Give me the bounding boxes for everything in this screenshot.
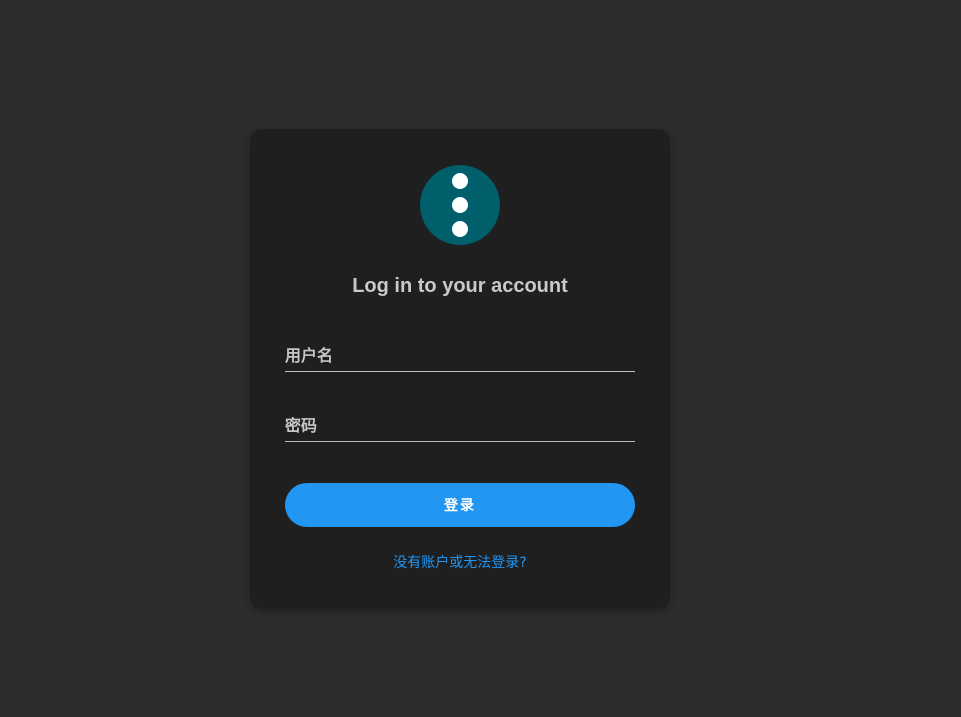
- login-card: Log in to your account 登录 没有账户或无法登录?: [250, 129, 670, 609]
- help-link[interactable]: 没有账户或无法登录?: [250, 552, 670, 572]
- kebab-menu-icon: [420, 165, 500, 245]
- login-button[interactable]: 登录: [285, 483, 635, 527]
- logo-dot: [452, 197, 468, 213]
- logo-dot: [452, 221, 468, 237]
- password-input[interactable]: [285, 409, 635, 442]
- logo-dot: [452, 173, 468, 189]
- username-input[interactable]: [285, 339, 635, 372]
- page-title: Log in to your account: [352, 275, 568, 297]
